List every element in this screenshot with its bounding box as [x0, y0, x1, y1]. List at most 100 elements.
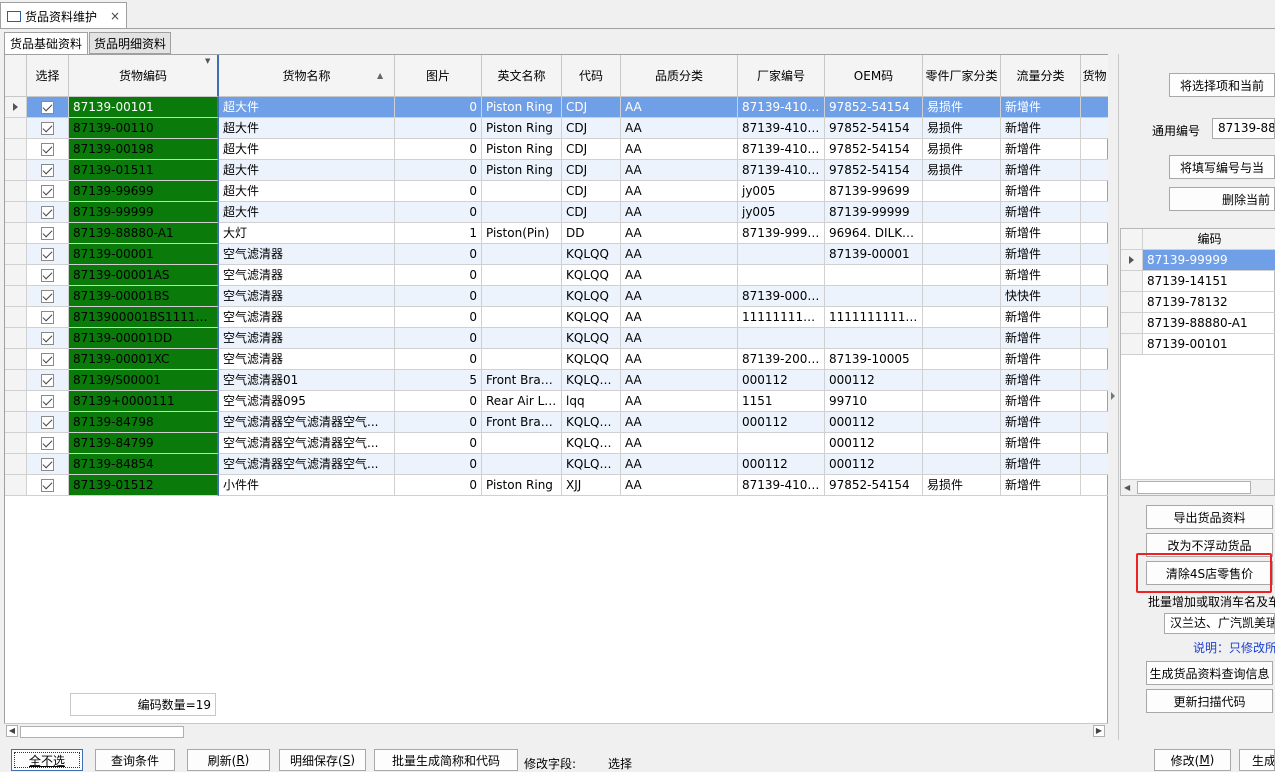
- code-cell[interactable]: 87139-84854: [69, 454, 219, 475]
- factory-code-cell[interactable]: 000112: [738, 454, 825, 475]
- goods-cell[interactable]: [1081, 307, 1109, 328]
- picture-cell[interactable]: 0: [395, 307, 482, 328]
- oem-cell[interactable]: 87139-99999: [825, 202, 923, 223]
- goods-cell[interactable]: [1081, 244, 1109, 265]
- code-cell[interactable]: 87139-00001AS: [69, 265, 219, 286]
- export-goods-button[interactable]: 导出货品资料: [1146, 505, 1273, 529]
- quality-cell[interactable]: AA: [621, 286, 738, 307]
- header-flow-class-column[interactable]: 流量分类: [1001, 55, 1081, 97]
- factory-code-cell[interactable]: 87139-41000: [738, 475, 825, 496]
- picture-cell[interactable]: 0: [395, 265, 482, 286]
- goods-cell[interactable]: [1081, 118, 1109, 139]
- english-name-cell[interactable]: Piston Ring: [482, 118, 562, 139]
- oem-cell[interactable]: 87139-00001: [825, 244, 923, 265]
- quality-cell[interactable]: AA: [621, 412, 738, 433]
- name-cell[interactable]: 空气滤清器: [219, 286, 395, 307]
- flow-class-cell[interactable]: 快快件: [1001, 286, 1081, 307]
- select-cell[interactable]: [27, 307, 69, 328]
- code-cell[interactable]: 87139-88880-A1: [69, 223, 219, 244]
- splitter-arrow-icon[interactable]: [1111, 392, 1115, 400]
- row-checkbox[interactable]: [41, 374, 54, 387]
- select-cell[interactable]: [27, 328, 69, 349]
- table-row[interactable]: 87139-99699 超大件 0 CDJ AA jy005 87139-99699 新增件: [5, 181, 1109, 202]
- oem-cell[interactable]: 000112: [825, 454, 923, 475]
- code-short-cell[interactable]: CDJ: [562, 97, 621, 118]
- table-row[interactable]: 87139-84854 空气滤清器空气滤清器空气... 0 KQLQQ... AA 000…: [5, 454, 1109, 475]
- goods-cell[interactable]: [1081, 349, 1109, 370]
- select-cell[interactable]: [27, 223, 69, 244]
- oem-cell[interactable]: 96964. DILKA...: [825, 223, 923, 244]
- oem-cell[interactable]: [825, 328, 923, 349]
- flow-class-cell[interactable]: 新增件: [1001, 349, 1081, 370]
- code-short-cell[interactable]: CDJ: [562, 160, 621, 181]
- code-short-cell[interactable]: CDJ: [562, 181, 621, 202]
- code-short-cell[interactable]: KQLQQ: [562, 349, 621, 370]
- code-short-cell[interactable]: CDJ: [562, 139, 621, 160]
- english-name-cell[interactable]: Piston Ring: [482, 97, 562, 118]
- code-short-cell[interactable]: XJJ: [562, 475, 621, 496]
- row-checkbox[interactable]: [41, 248, 54, 261]
- english-name-cell[interactable]: Piston Ring: [482, 475, 562, 496]
- code-cell[interactable]: 87139-00001BS: [69, 286, 219, 307]
- select-cell[interactable]: [27, 412, 69, 433]
- header-code-column[interactable]: 货物编码: [69, 55, 219, 97]
- code-short-cell[interactable]: KQLQQ...: [562, 433, 621, 454]
- header-oem-column[interactable]: OEM码: [825, 55, 923, 97]
- oem-cell[interactable]: [825, 286, 923, 307]
- code-cell[interactable]: 87139-99999: [69, 202, 219, 223]
- name-cell[interactable]: 超大件: [219, 181, 395, 202]
- goods-cell[interactable]: [1081, 223, 1109, 244]
- select-cell[interactable]: [27, 433, 69, 454]
- english-name-cell[interactable]: Front Brak...: [482, 370, 562, 391]
- row-indicator[interactable]: [5, 160, 27, 181]
- header-code-short-column[interactable]: 代码: [562, 55, 621, 97]
- header-factory-code-column[interactable]: 厂家编号: [738, 55, 825, 97]
- factory-code-cell[interactable]: jy005: [738, 181, 825, 202]
- name-cell[interactable]: 空气滤清器095: [219, 391, 395, 412]
- row-indicator[interactable]: [5, 349, 27, 370]
- row-checkbox[interactable]: [41, 437, 54, 450]
- factory-code-cell[interactable]: [738, 244, 825, 265]
- close-icon[interactable]: ×: [110, 9, 120, 23]
- oem-cell[interactable]: 000112: [825, 370, 923, 391]
- code-list-item[interactable]: 87139-14151: [1143, 271, 1275, 292]
- row-checkbox[interactable]: [41, 164, 54, 177]
- part-class-cell[interactable]: 易损件: [923, 160, 1001, 181]
- code-short-cell[interactable]: DD: [562, 223, 621, 244]
- goods-cell[interactable]: [1081, 97, 1109, 118]
- scrollbar-thumb[interactable]: [1137, 481, 1251, 494]
- table-row[interactable]: 87139-00110 超大件 0 Piston Ring CDJ AA 87139-410…: [5, 118, 1109, 139]
- english-name-cell[interactable]: [482, 244, 562, 265]
- code-cell[interactable]: 87139-84798: [69, 412, 219, 433]
- flow-class-cell[interactable]: 新增件: [1001, 307, 1081, 328]
- picture-cell[interactable]: 0: [395, 244, 482, 265]
- name-cell[interactable]: 空气滤清器: [219, 265, 395, 286]
- row-checkbox[interactable]: [41, 332, 54, 345]
- code-short-cell[interactable]: KQLQQ: [562, 328, 621, 349]
- picture-cell[interactable]: 0: [395, 97, 482, 118]
- factory-code-cell[interactable]: 87139-99990: [738, 223, 825, 244]
- goods-cell[interactable]: [1081, 286, 1109, 307]
- code-short-cell[interactable]: KQLQQ: [562, 265, 621, 286]
- query-conditions-button[interactable]: 查询条件: [95, 749, 175, 771]
- update-scan-code-button[interactable]: 更新扫描代码: [1146, 689, 1273, 713]
- header-quality-column[interactable]: 品质分类: [621, 55, 738, 97]
- part-class-cell[interactable]: 易损件: [923, 97, 1001, 118]
- tab-basic-info[interactable]: 货品基础资料: [4, 32, 88, 54]
- part-class-cell[interactable]: [923, 307, 1001, 328]
- picture-cell[interactable]: 0: [395, 160, 482, 181]
- flow-class-cell[interactable]: 新增件: [1001, 223, 1081, 244]
- factory-code-cell[interactable]: 1151: [738, 391, 825, 412]
- scroll-right-icon[interactable]: ▶: [1093, 725, 1105, 737]
- part-class-cell[interactable]: [923, 181, 1001, 202]
- english-name-cell[interactable]: [482, 286, 562, 307]
- factory-code-cell[interactable]: 000112: [738, 370, 825, 391]
- code-list-scrollbar[interactable]: ◀: [1121, 479, 1274, 495]
- select-cell[interactable]: [27, 454, 69, 475]
- code-cell[interactable]: 87139-00001DD: [69, 328, 219, 349]
- row-indicator[interactable]: [5, 328, 27, 349]
- row-indicator[interactable]: [5, 139, 27, 160]
- code-cell[interactable]: 87139-00198: [69, 139, 219, 160]
- row-indicator[interactable]: [5, 181, 27, 202]
- part-class-cell[interactable]: [923, 433, 1001, 454]
